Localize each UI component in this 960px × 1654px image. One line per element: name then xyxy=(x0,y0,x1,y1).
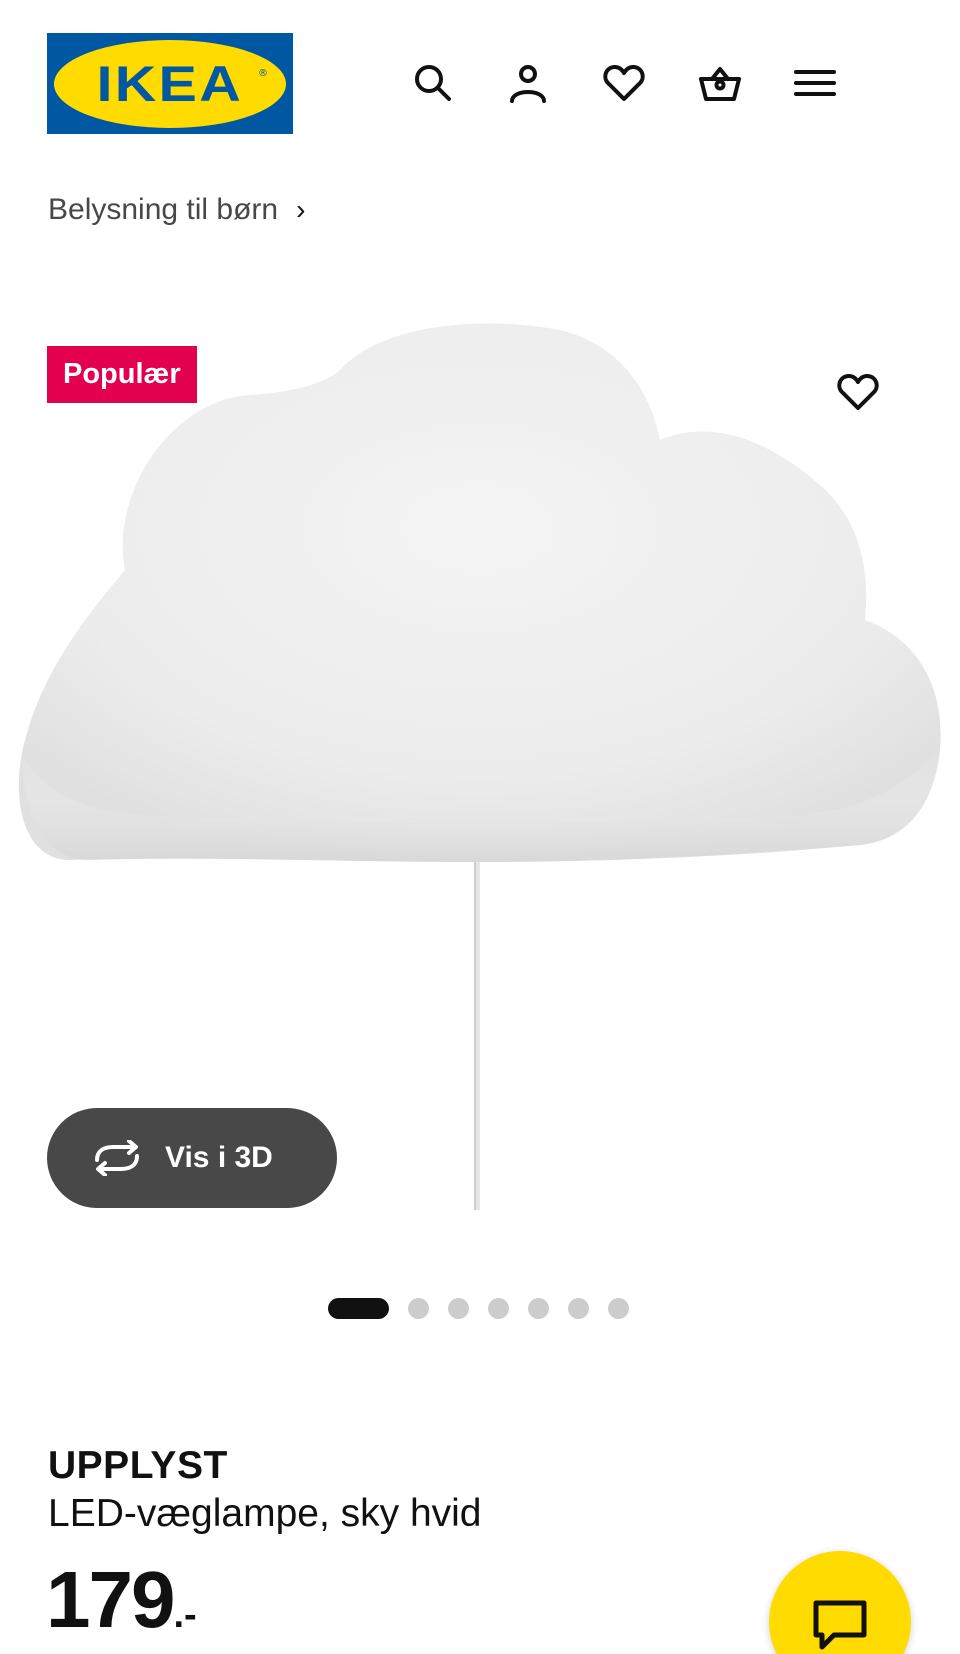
price-suffix: .- xyxy=(173,1594,197,1636)
carousel-dot[interactable] xyxy=(448,1298,469,1319)
rotate-3d-icon xyxy=(95,1140,139,1176)
carousel-dot[interactable] xyxy=(408,1298,429,1319)
price-value: 179 xyxy=(46,1555,175,1644)
view-in-3d-label: Vis i 3D xyxy=(165,1141,273,1174)
product-name: UPPLYST xyxy=(48,1444,228,1487)
breadcrumb[interactable]: Belysning til børn › xyxy=(48,193,305,227)
chevron-right-icon: › xyxy=(296,194,306,225)
carousel-dot[interactable] xyxy=(488,1298,509,1319)
search-icon[interactable] xyxy=(409,59,457,107)
cloud-lamp-image xyxy=(18,323,941,1210)
product-description: LED-væglampe, sky hvid xyxy=(48,1492,482,1535)
popular-badge: Populær xyxy=(47,346,197,403)
product-image[interactable] xyxy=(0,320,960,1220)
logo-oval: IKEA ® xyxy=(54,39,286,128)
product-page: IKEA ® Belysning til børn › Populær Vis … xyxy=(0,0,960,1654)
image-carousel-dots xyxy=(328,1298,629,1319)
account-icon[interactable] xyxy=(504,59,552,107)
add-to-favorites-icon[interactable] xyxy=(832,366,884,418)
carousel-dot[interactable] xyxy=(528,1298,549,1319)
shopping-bag-icon[interactable] xyxy=(696,59,744,107)
logo-registered-mark: ® xyxy=(258,67,268,79)
menu-icon[interactable] xyxy=(791,59,839,107)
heart-icon[interactable] xyxy=(600,59,648,107)
breadcrumb-label: Belysning til børn xyxy=(48,193,279,226)
chat-icon xyxy=(813,1600,867,1650)
chat-button[interactable] xyxy=(769,1551,911,1654)
ikea-logo[interactable]: IKEA ® xyxy=(47,33,293,134)
carousel-dot[interactable] xyxy=(608,1298,629,1319)
view-in-3d-button[interactable]: Vis i 3D xyxy=(47,1108,337,1208)
carousel-dot[interactable] xyxy=(568,1298,589,1319)
product-price: 179 .- xyxy=(46,1560,197,1640)
carousel-dot[interactable] xyxy=(328,1298,389,1319)
logo-text: IKEA xyxy=(96,55,244,112)
header: IKEA ® xyxy=(47,33,913,135)
